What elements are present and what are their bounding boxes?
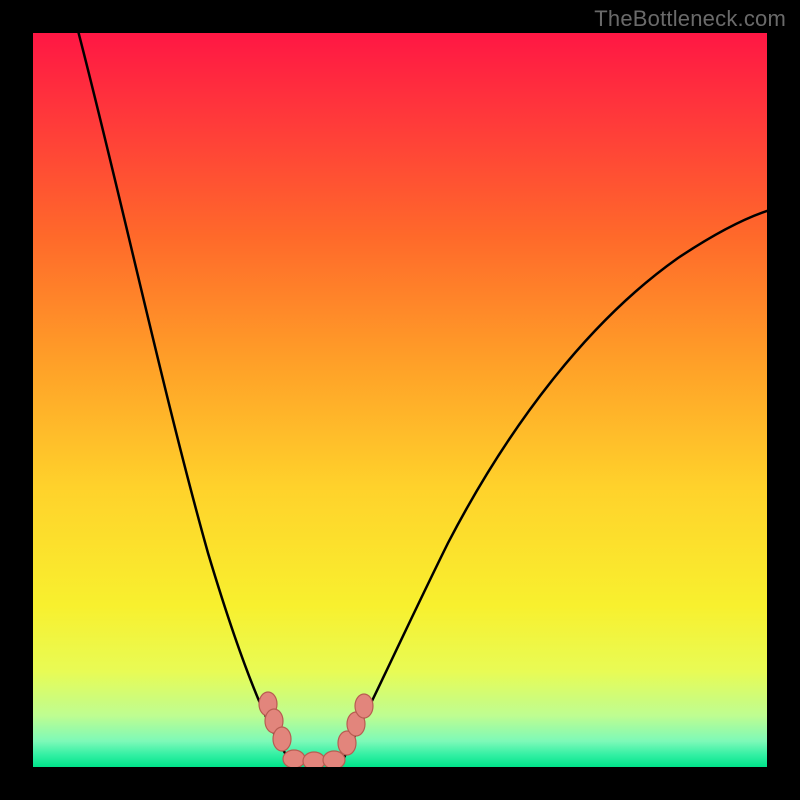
- curve-right: [339, 209, 767, 767]
- marker-dot: [273, 727, 291, 751]
- marker-dot: [303, 752, 325, 767]
- chart-container: TheBottleneck.com: [0, 0, 800, 800]
- plot-area: [33, 33, 767, 767]
- watermark-text: TheBottleneck.com: [594, 6, 786, 32]
- marker-dot: [283, 750, 305, 767]
- curve-left: [76, 33, 293, 767]
- bottleneck-curves: [33, 33, 767, 767]
- trough-markers: [259, 692, 373, 767]
- marker-dot: [355, 694, 373, 718]
